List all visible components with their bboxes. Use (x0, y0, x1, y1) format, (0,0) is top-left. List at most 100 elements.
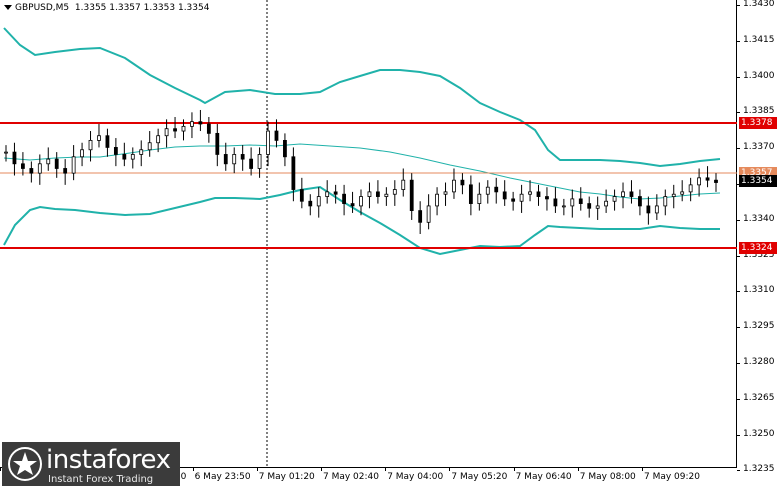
candle-body (316, 196, 321, 207)
candle-body (88, 139, 93, 151)
candle-body (392, 189, 397, 195)
time-tick-label: 7 May 09:20 (644, 472, 700, 482)
candle-body (688, 184, 693, 193)
candle-body (4, 151, 8, 154)
candle-body (283, 139, 287, 158)
dropdown-triangle-icon[interactable] (4, 5, 12, 10)
price-tick-mark (737, 219, 740, 221)
candle-body (266, 130, 270, 155)
candle-body (460, 179, 465, 186)
bollinger-middle (3, 143, 721, 200)
time-tick-mark (192, 468, 194, 471)
candle-body (409, 179, 414, 211)
price-tick-label: 1.3430 (743, 0, 775, 9)
candle-body (435, 193, 439, 207)
candle-body (502, 191, 507, 200)
price-tick-label: 1.3400 (743, 70, 775, 81)
candle-body (215, 132, 220, 155)
candle-body (654, 205, 659, 214)
candle-body (164, 128, 169, 137)
candle-body (291, 156, 296, 190)
candle-body (249, 158, 254, 169)
candle-body (646, 205, 651, 214)
candle-body (274, 130, 279, 141)
candle-body (570, 198, 575, 207)
bollinger-upper (3, 27, 721, 168)
candle-body (240, 154, 245, 160)
brand-tagline: Instant Forex Trading (48, 474, 154, 485)
candle-body (477, 193, 482, 204)
symbol-timeframe: GBPUSD,M5 (15, 3, 70, 13)
time-tick-mark (513, 468, 515, 471)
candle-body (299, 189, 304, 202)
candle-body (528, 191, 532, 195)
price-tick-mark (737, 148, 740, 150)
time-tick-label: 7 May 01:20 (258, 472, 315, 482)
time-tick-label: 7 May 02:40 (323, 472, 379, 482)
candle-body (468, 184, 473, 204)
candle-body (181, 125, 186, 132)
time-tick-mark (577, 468, 579, 471)
candle-body (223, 154, 228, 165)
time-tick-label: 7 May 04:00 (387, 472, 444, 482)
time-tick-mark (0, 468, 1, 471)
time-tick-mark (449, 468, 451, 471)
candle-body (587, 203, 592, 209)
chart-title: GBPUSD,M5 1.3355 1.3357 1.3353 1.3354 (4, 3, 209, 13)
candle-body (130, 154, 135, 160)
price-axis[interactable]: 1.34301.34151.34001.33851.33701.33551.33… (737, 0, 781, 474)
candle-body (54, 158, 59, 169)
time-tick-label: 7 May 06:40 (515, 472, 572, 482)
time-tick-label: 6 May 23:50 (194, 472, 251, 482)
candle-body (697, 177, 701, 186)
price-tick-mark (737, 40, 740, 42)
candle-body (418, 210, 423, 223)
resistance-tag: 1.3378 (739, 117, 777, 129)
price-tick-label: 1.3415 (743, 34, 775, 45)
price-tick-label: 1.3250 (743, 428, 775, 439)
time-tick-label: 7 May 05:20 (451, 472, 508, 482)
candle-body (156, 135, 161, 144)
price-tick-mark (737, 470, 740, 472)
candle-body (621, 191, 625, 197)
candle-body (705, 177, 710, 181)
candle-body (671, 193, 676, 197)
candle-body (595, 205, 600, 209)
price-tick-mark (737, 363, 740, 364)
candle-body (113, 147, 118, 155)
price-tick-label: 1.3385 (743, 106, 775, 117)
candle-body (97, 135, 101, 141)
candle-body (232, 154, 237, 165)
brand-name: instaforex (46, 445, 171, 475)
price-tick-mark (737, 398, 740, 400)
price-tick-mark (737, 112, 740, 114)
price-tick-label: 1.3280 (743, 357, 775, 367)
candle-body (46, 158, 51, 165)
candle-body (173, 128, 177, 132)
chart-area[interactable] (0, 0, 737, 468)
candle-body (350, 203, 355, 207)
candle-body (105, 135, 110, 148)
time-tick-mark (642, 468, 643, 471)
candle-body (426, 205, 431, 223)
price-tick-label: 1.3340 (743, 213, 775, 224)
price-tick-mark (737, 434, 740, 436)
candle-body (342, 193, 346, 204)
candle-body (714, 179, 718, 183)
candle-body (147, 142, 152, 151)
candle-body (663, 196, 668, 207)
candle-body (612, 196, 617, 202)
candle-body (604, 200, 609, 207)
instaforex-logo: instaforex Instant Forex Trading (2, 442, 180, 486)
candle-body (553, 198, 558, 207)
candle-body (545, 196, 549, 200)
price-tick-mark (737, 76, 740, 78)
candle-body (384, 193, 389, 197)
price-tick-mark (737, 255, 740, 257)
price-chart[interactable] (0, 0, 737, 468)
candle-body (308, 200, 313, 207)
price-tick-mark (737, 291, 740, 293)
price-tick-label: 1.3310 (743, 285, 775, 296)
candle-body (29, 168, 34, 174)
ohlc-values: 1.3355 1.3357 1.3353 1.3354 (74, 3, 210, 13)
